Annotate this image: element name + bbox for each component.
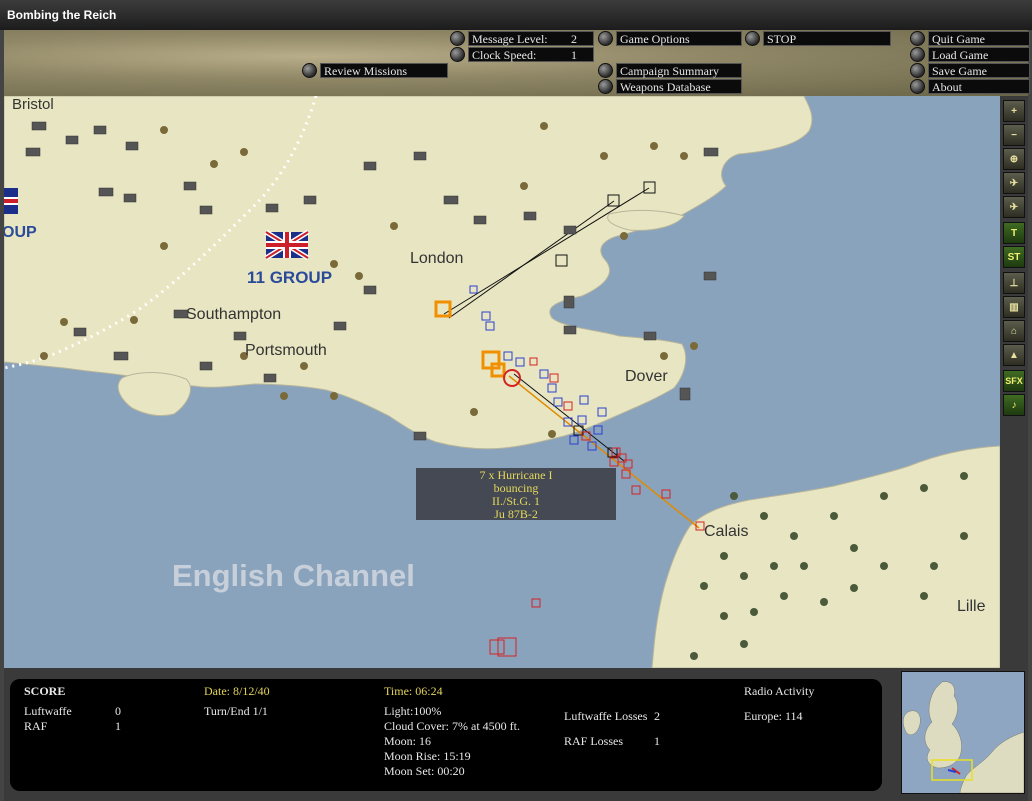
button-knob-icon[interactable] <box>598 79 613 94</box>
campaign-summary-button[interactable]: Campaign Summary <box>598 63 742 78</box>
map-label-group: OUP <box>4 224 37 241</box>
raf-losses-label: RAF Losses <box>564 734 624 748</box>
stop-label[interactable]: STOP <box>763 31 891 46</box>
luftwaffe-losses-label: Luftwaffe Losses <box>564 709 648 723</box>
title-bar: Bombing the Reich <box>0 0 1032 31</box>
raf-score-value: 1 <box>115 719 121 733</box>
luftwaffe-score-label: Luftwaffe <box>24 704 72 718</box>
button-knob-icon[interactable] <box>302 63 317 78</box>
luftwaffe-losses-value: 2 <box>654 709 660 723</box>
quit-game-label[interactable]: Quit Game <box>928 31 1030 46</box>
strategic-toggle-icon[interactable]: ST <box>1003 246 1025 268</box>
aircraft-icon[interactable]: ✈ <box>1003 196 1025 218</box>
crosshair-icon[interactable]: ⊕ <box>1003 148 1025 170</box>
raf-score-label: RAF <box>24 719 48 733</box>
france-landmass <box>651 445 1000 668</box>
button-knob-icon[interactable] <box>598 31 613 46</box>
quit-game-button[interactable]: Quit Game <box>910 31 1030 46</box>
clock-speed-control[interactable]: Clock Speed: 1 <box>450 47 594 62</box>
score-heading: SCORE <box>24 684 66 698</box>
button-knob-icon[interactable] <box>910 47 925 62</box>
air-groups-icon[interactable]: ✈ <box>1003 172 1025 194</box>
review-missions-button[interactable]: Review Missions <box>302 63 448 78</box>
minimap-continent <box>959 731 1024 793</box>
airfields-icon[interactable]: ⊥ <box>1003 272 1025 294</box>
zoom-out-icon[interactable]: − <box>1003 124 1025 146</box>
map-label-southampton: Southampton <box>186 306 282 323</box>
map-label-bristol: Bristol <box>12 96 54 113</box>
message-level-control[interactable]: Message Level: 2 <box>450 31 594 46</box>
message-level-label: Message Level: <box>472 32 548 46</box>
save-game-label[interactable]: Save Game <box>928 63 1030 78</box>
minimap[interactable] <box>901 671 1025 794</box>
zoom-in-icon[interactable]: + <box>1003 100 1025 122</box>
cloud-cover-display: Cloud Cover: 7% at 4500 ft. <box>384 719 520 733</box>
tooltip-line: Ju 87B-2 <box>494 507 538 521</box>
terrain-icon[interactable]: ▲ <box>1003 344 1025 366</box>
europe-activity-value: Europe: 114 <box>744 709 803 723</box>
button-knob-icon[interactable] <box>745 31 760 46</box>
engagement-tooltip: 7 x Hurricane I bouncing II./St.G. 1 Ju … <box>416 468 616 521</box>
union-flag-icon <box>4 188 18 214</box>
weapons-database-button[interactable]: Weapons Database <box>598 79 742 94</box>
turn-display: Turn/End 1/1 <box>204 704 268 718</box>
time-display: Time: 06:24 <box>384 684 443 698</box>
map-label-11-group: 11 GROUP <box>247 268 333 287</box>
map-label-lille: Lille <box>957 598 986 615</box>
message-level-value: 2 <box>571 32 577 46</box>
clock-speed-field[interactable]: Clock Speed: 1 <box>468 47 594 62</box>
cities-icon[interactable]: ⌂ <box>1003 320 1025 342</box>
isle-of-wight <box>117 371 191 417</box>
weapons-database-label[interactable]: Weapons Database <box>616 79 742 94</box>
about-label[interactable]: About <box>928 79 1030 94</box>
campaign-map[interactable]: Bristol OUP 11 GROUP Southampton Portsmo… <box>4 96 1000 668</box>
map-label-portsmouth: Portsmouth <box>245 342 327 359</box>
review-missions-label[interactable]: Review Missions <box>320 63 448 78</box>
union-flag-icon <box>264 229 310 261</box>
minimap-britain <box>924 681 962 769</box>
light-display: Light:100% <box>384 704 442 718</box>
button-knob-icon[interactable] <box>910 79 925 94</box>
sound-effects-toggle-icon[interactable]: SFX <box>1003 370 1025 392</box>
save-game-button[interactable]: Save Game <box>910 63 1030 78</box>
load-game-button[interactable]: Load Game <box>910 47 1030 62</box>
targets-toggle-icon[interactable]: T <box>1003 222 1025 244</box>
load-game-label[interactable]: Load Game <box>928 47 1030 62</box>
date-display: Date: 8/12/40 <box>204 684 270 698</box>
moon-display: Moon: 16 <box>384 734 432 748</box>
clock-speed-value: 1 <box>571 48 577 62</box>
factories-icon[interactable]: ▥ <box>1003 296 1025 318</box>
music-toggle-icon[interactable]: ♪ <box>1003 394 1025 416</box>
minimap-ireland <box>903 710 921 735</box>
button-knob-icon[interactable] <box>598 63 613 78</box>
map-label-dover: Dover <box>625 368 668 385</box>
luftwaffe-score-value: 0 <box>115 704 121 718</box>
raf-losses-value: 1 <box>654 734 660 748</box>
map-label-london: London <box>410 250 464 267</box>
moon-rise-display: Moon Rise: 15:19 <box>384 749 471 763</box>
minimap-canvas[interactable] <box>902 672 1024 793</box>
moon-set-display: Moon Set: 00:20 <box>384 764 465 778</box>
map-label-english-channel: English Channel <box>172 558 415 593</box>
about-button[interactable]: About <box>910 79 1030 94</box>
window-title: Bombing the Reich <box>7 8 117 22</box>
stop-button[interactable]: STOP <box>745 31 891 46</box>
button-knob-icon[interactable] <box>450 31 465 46</box>
button-knob-icon[interactable] <box>450 47 465 62</box>
game-options-button[interactable]: Game Options <box>598 31 742 46</box>
game-options-label[interactable]: Game Options <box>616 31 742 46</box>
radio-activity-label: Radio Activity <box>744 684 815 698</box>
map-toolbar: + − ⊕ ✈ ✈ T ST ⊥ ▥ ⌂ ▲ SFX ♪ <box>1000 96 1028 668</box>
button-knob-icon[interactable] <box>910 63 925 78</box>
map-label-calais: Calais <box>704 523 749 540</box>
campaign-summary-label[interactable]: Campaign Summary <box>616 63 742 78</box>
map-canvas[interactable] <box>4 96 1000 668</box>
thames-island <box>607 209 685 231</box>
message-level-field[interactable]: Message Level: 2 <box>468 31 594 46</box>
clock-speed-label: Clock Speed: <box>472 48 537 62</box>
button-knob-icon[interactable] <box>910 31 925 46</box>
